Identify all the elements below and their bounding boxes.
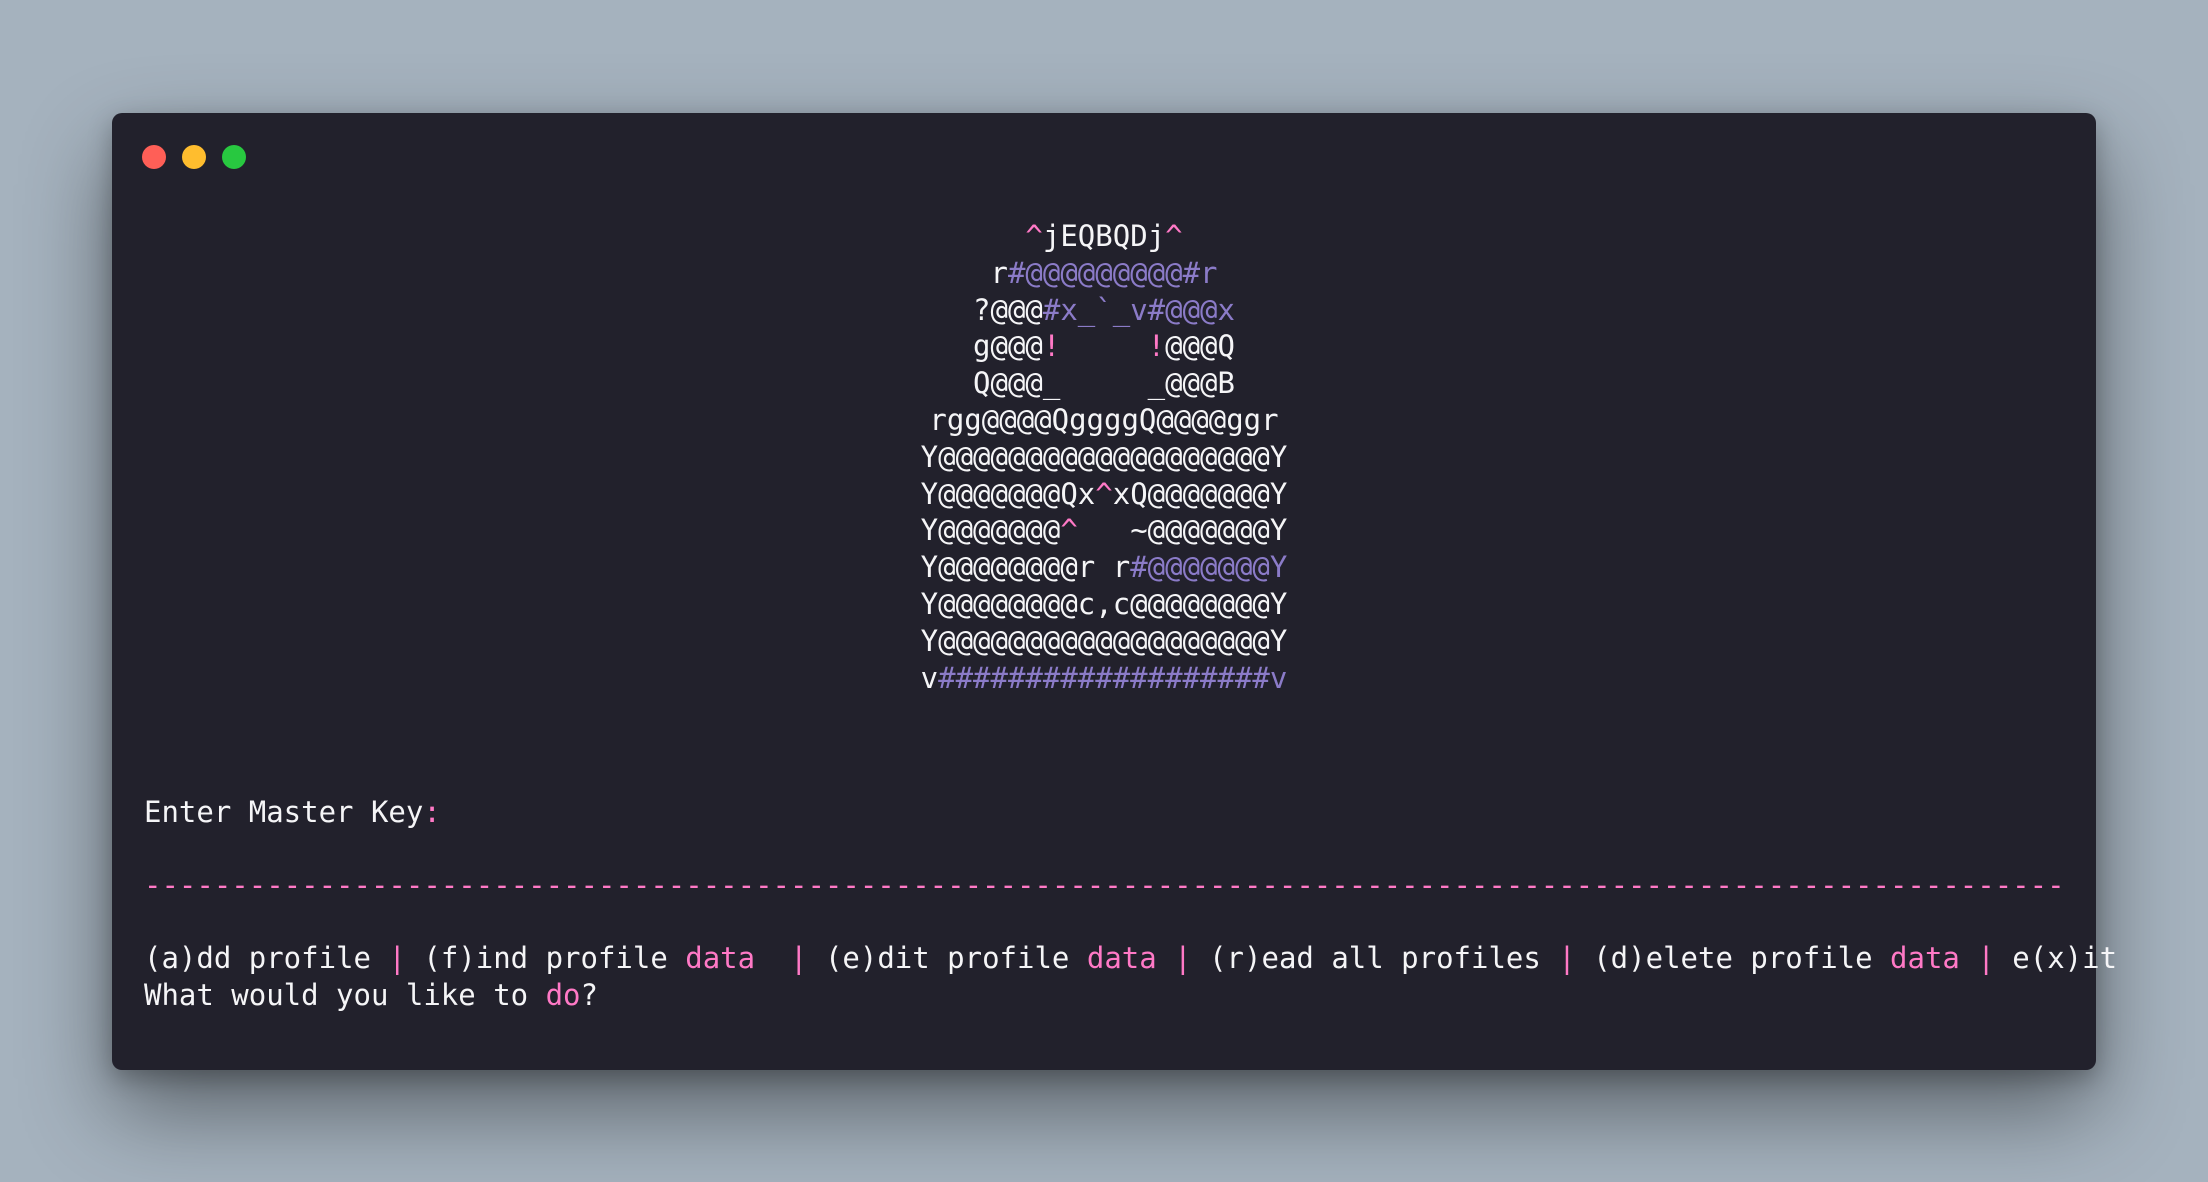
- menu-separator: |: [1977, 940, 1995, 975]
- logo-segment: Y@@@@@@@@@@@@@@@@@@@Y: [920, 439, 1288, 474]
- logo-segment: ?@@@: [973, 292, 1043, 327]
- logo-line: Q@@@_ _@@@B: [144, 365, 2064, 402]
- menu-option-text: (d)elete profile: [1575, 940, 1891, 975]
- menu-option-text: (a)dd profile: [144, 940, 389, 975]
- logo-segment: ^: [1025, 219, 1043, 253]
- logo-segment: Y@@@@@@@: [920, 513, 1061, 548]
- menu-option-text: [1157, 941, 1174, 975]
- zoom-button[interactable]: [222, 145, 246, 169]
- logo-line: r#@@@@@@@@@#r: [144, 255, 2064, 292]
- prompt-separator: :: [423, 795, 441, 830]
- menu-option-text: (e)dit profile: [807, 940, 1087, 975]
- menu-question[interactable]: What would you like to do?: [144, 977, 2064, 1014]
- logo-segment: Q@@@_ _@@@B: [973, 366, 1235, 401]
- logo-segment: @@@Q: [1165, 329, 1235, 364]
- terminal-output: ^jEQBQDj^ r#@@@@@@@@@#r ?@@@#x_`_v#@@@x g@@…: [144, 218, 2117, 1014]
- question-text: do: [545, 977, 581, 1012]
- logo-segment: ~@@@@@@@Y: [1077, 513, 1288, 548]
- menu-option[interactable]: (a)dd profile: [144, 941, 388, 975]
- logo-segment: r: [990, 255, 1008, 290]
- logo-segment: !: [1042, 329, 1061, 364]
- logo-line: v###################v: [144, 660, 2064, 697]
- logo-line: Y@@@@@@@@@@@@@@@@@@@Y: [144, 439, 2064, 476]
- logo-segment: g@@@: [973, 329, 1043, 364]
- logo-segment: ###################v: [938, 660, 1288, 695]
- menu-option-text: (f)ind profile: [405, 940, 686, 975]
- logo-segment: ^: [1060, 513, 1078, 548]
- logo-line: rgg@@@@QggggQ@@@@ggr: [144, 402, 2064, 439]
- logo-segment: Y@@@@@@@Qx: [920, 476, 1096, 511]
- ascii-lock-logo: ^jEQBQDj^ r#@@@@@@@@@#r ?@@@#x_`_v#@@@x g@@…: [144, 218, 2064, 696]
- logo-segment: !: [1147, 329, 1166, 364]
- menu-option[interactable]: (f)ind profile data: [406, 941, 790, 975]
- logo-segment: #x_`_v#@@@x: [1042, 292, 1235, 327]
- logo-line: Y@@@@@@@Qx^xQ@@@@@@@Y: [144, 476, 2064, 513]
- menu-option-text: [1960, 941, 1977, 975]
- menu-separator: |: [1174, 940, 1192, 975]
- menu-options: (a)dd profile | (f)ind profile data | (e…: [144, 940, 2117, 977]
- divider-line: ----------------------------------------…: [144, 868, 2064, 903]
- prompt-label: Enter Master Key: [144, 795, 424, 830]
- menu-option[interactable]: (r)ead all profiles: [1192, 941, 1559, 975]
- close-button[interactable]: [142, 145, 166, 169]
- logo-segment: ^: [1165, 219, 1183, 253]
- menu-option[interactable]: (d)elete profile data: [1576, 941, 1978, 975]
- menu-separator: |: [790, 940, 808, 975]
- logo-line: g@@@! !@@@Q: [144, 328, 2064, 365]
- logo-segment: ^: [1095, 476, 1113, 511]
- logo-segment: Y@@@@@@@@@@@@@@@@@@@Y: [920, 623, 1288, 658]
- logo-segment: #@@@@@@@@@#r: [1007, 255, 1218, 290]
- question-text: What would you like to: [144, 977, 546, 1012]
- logo-segment: [1060, 329, 1147, 363]
- logo-line: Y@@@@@@@@@@@@@@@@@@@Y: [144, 623, 2064, 660]
- logo-segment: #@@@@@@@Y: [1130, 550, 1288, 585]
- minimize-button[interactable]: [182, 145, 206, 169]
- logo-line: ?@@@#x_`_v#@@@x: [144, 292, 2064, 329]
- logo-segment: v: [920, 660, 939, 695]
- menu-option-text: data: [1086, 940, 1157, 975]
- logo-segment: xQ@@@@@@@Y: [1112, 476, 1288, 511]
- menu-option-text: [755, 941, 790, 975]
- menu-option[interactable]: (e)dit profile data: [808, 941, 1175, 975]
- question-text: ?: [580, 977, 598, 1012]
- menu-separator: |: [388, 940, 406, 975]
- window-controls: [142, 145, 246, 169]
- logo-segment: rgg@@@@QggggQ@@@@ggr: [929, 402, 1279, 437]
- logo-segment: Y@@@@@@@@c,c@@@@@@@@Y: [920, 586, 1288, 621]
- logo-line: Y@@@@@@@^ ~@@@@@@@Y: [144, 512, 2064, 549]
- menu-option[interactable]: e(x)it: [1995, 941, 2117, 975]
- terminal-window: ^jEQBQDj^ r#@@@@@@@@@#r ?@@@#x_`_v#@@@x g@@…: [112, 113, 2117, 1070]
- logo-segment: jEQBQDj: [1042, 219, 1166, 253]
- menu-option-text: (r)ead all profiles: [1191, 940, 1559, 975]
- logo-line: Y@@@@@@@@c,c@@@@@@@@Y: [144, 586, 2064, 623]
- master-key-prompt[interactable]: Enter Master Key:: [144, 794, 2064, 831]
- logo-line: Y@@@@@@@@r r#@@@@@@@Y: [144, 549, 2064, 586]
- menu-option-text: data: [1890, 940, 1960, 975]
- logo-segment: Y@@@@@@@@r r: [920, 550, 1131, 585]
- menu-separator: |: [1558, 940, 1576, 975]
- menu-option-text: e(x)it: [1994, 940, 2118, 975]
- menu-option-text: data: [685, 940, 756, 975]
- logo-line: ^jEQBQDj^: [144, 218, 2064, 255]
